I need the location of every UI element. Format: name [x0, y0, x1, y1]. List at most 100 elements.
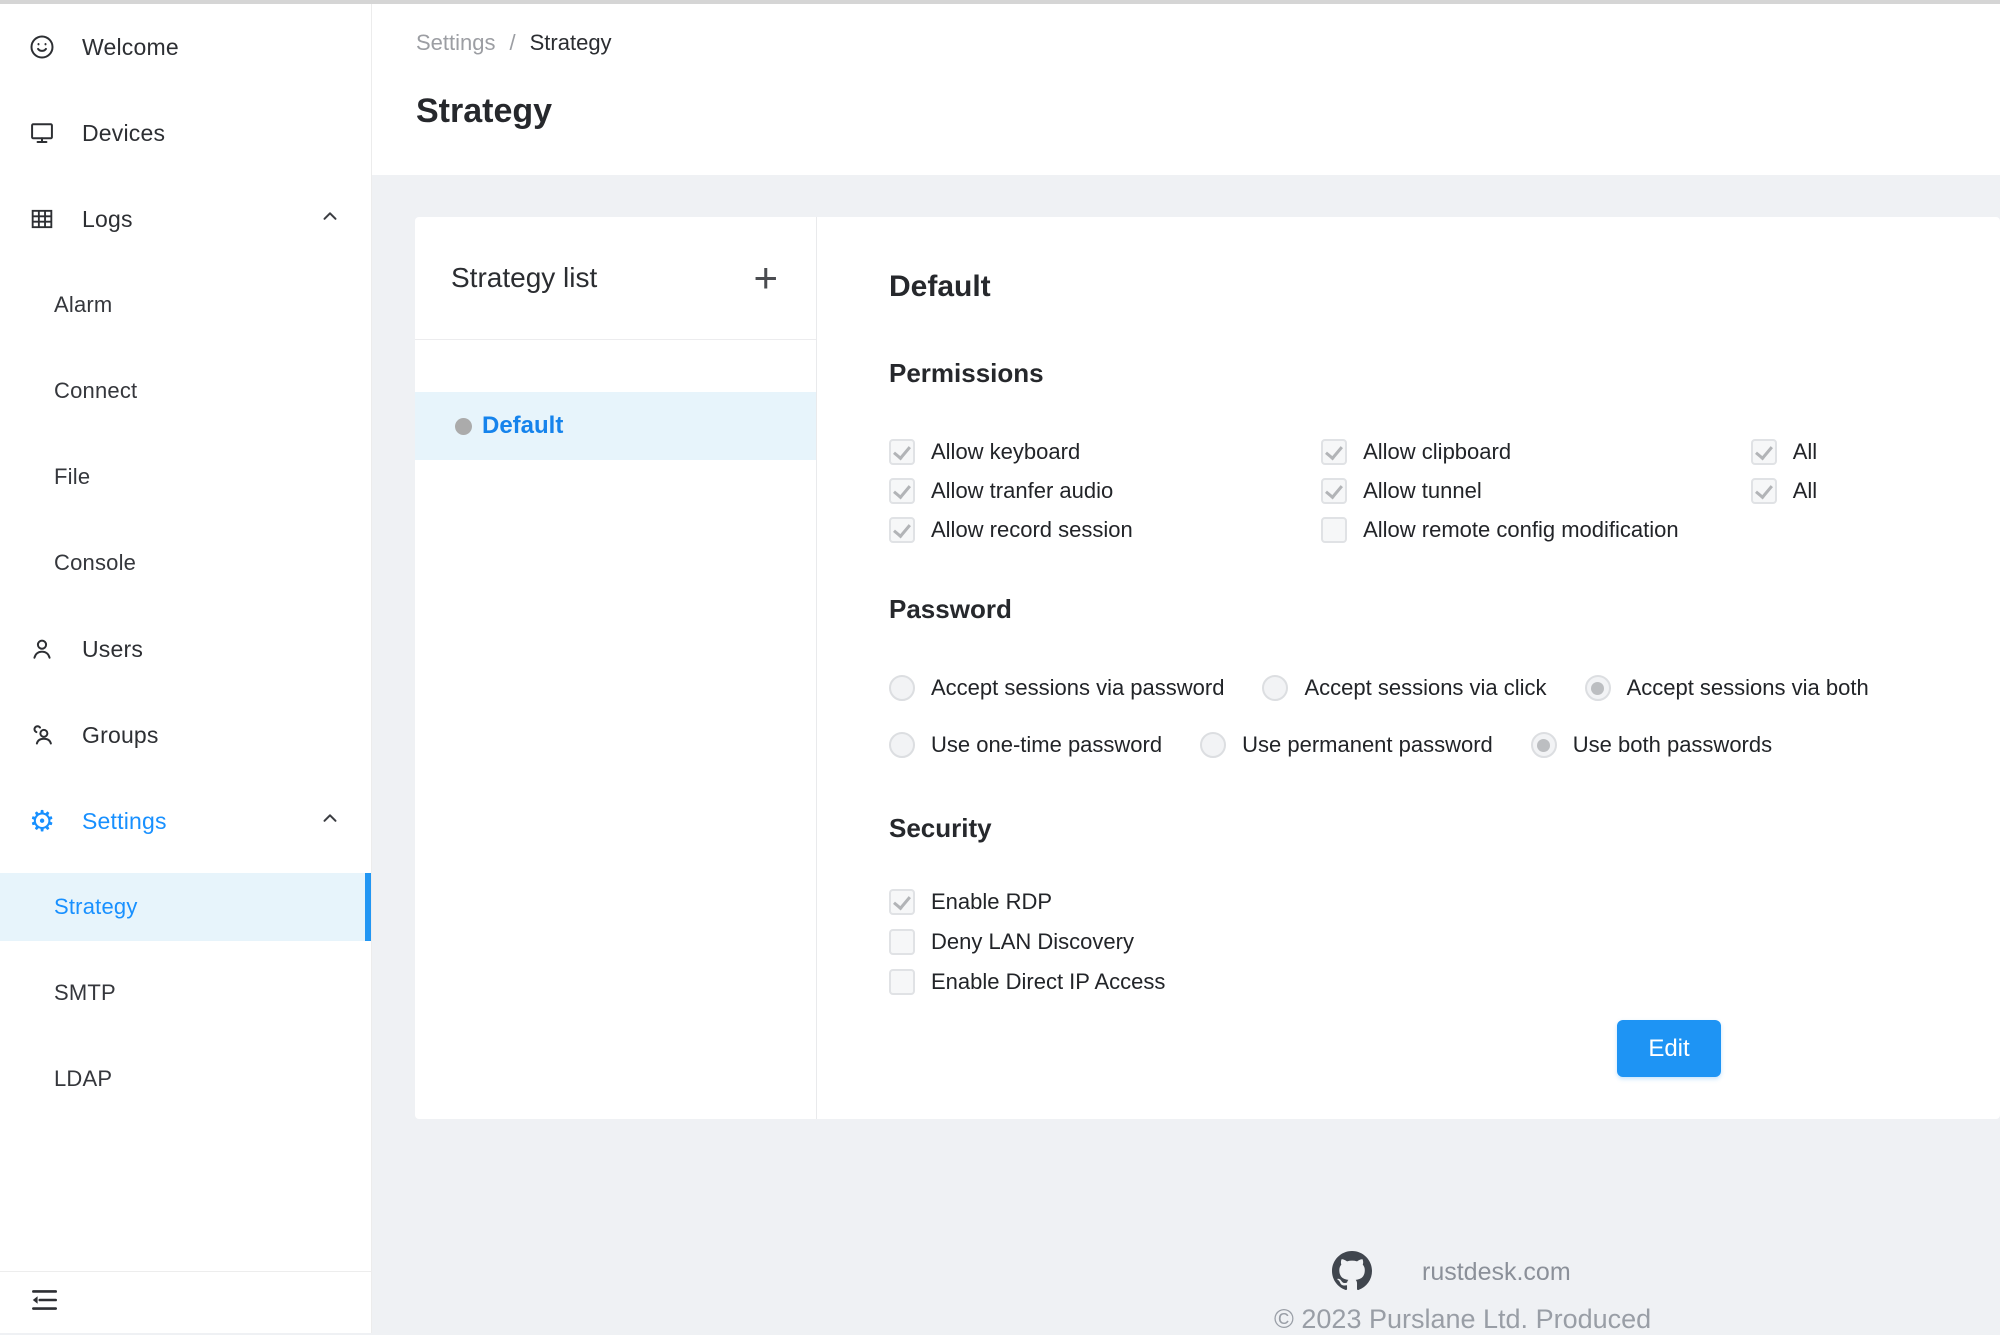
sidebar-item-logs[interactable]: Logs: [0, 176, 371, 262]
checkbox-enable-direct-ip[interactable]: [889, 969, 915, 995]
checkbox-allow-tunnel[interactable]: [1321, 478, 1347, 504]
checkbox-allow-clipboard[interactable]: [1321, 439, 1347, 465]
breadcrumb: Settings / Strategy: [416, 30, 612, 56]
sidebar-item-ldap[interactable]: LDAP: [0, 1036, 371, 1122]
status-dot-icon: [455, 418, 472, 435]
checkbox-allow-record-session[interactable]: [889, 517, 915, 543]
checkbox-allow-remote-config[interactable]: [1321, 517, 1347, 543]
radio-label: Accept sessions via password: [931, 675, 1224, 701]
sidebar-item-label: File: [54, 464, 90, 490]
checkbox-label: Enable Direct IP Access: [931, 969, 1165, 995]
checkbox-row: Allow remote config modification: [1321, 513, 1751, 547]
sidebar-item-groups[interactable]: Groups: [0, 692, 371, 778]
sidebar-item-label: Connect: [54, 378, 137, 404]
radio-label: Accept sessions via both: [1627, 675, 1869, 701]
radio-option: Use both passwords: [1531, 728, 1772, 762]
sidebar-item-strategy[interactable]: Strategy: [0, 864, 371, 950]
sidebar-item-smtp[interactable]: SMTP: [0, 950, 371, 1036]
checkbox-row: All: [1751, 435, 2000, 469]
radio-option: Accept sessions via both: [1585, 671, 1869, 705]
sidebar-item-users[interactable]: Users: [0, 606, 371, 692]
page-title: Strategy: [416, 92, 552, 131]
sidebar-item-label: Strategy: [54, 894, 138, 920]
user-icon: [28, 635, 56, 663]
checkbox-label: Allow tranfer audio: [931, 478, 1113, 504]
checkbox-label: Allow keyboard: [931, 439, 1080, 465]
sidebar-item-label: LDAP: [54, 1066, 112, 1092]
checkbox-row: Allow tranfer audio: [889, 474, 1321, 508]
gear-icon: ⚙: [28, 807, 56, 835]
radio-both-passwords[interactable]: [1531, 732, 1557, 758]
radio-accept-via-both[interactable]: [1585, 675, 1611, 701]
checkbox-deny-lan-discovery[interactable]: [889, 929, 915, 955]
checkbox-truncated-2[interactable]: [1751, 478, 1777, 504]
sidebar-item-label: Settings: [82, 808, 167, 835]
copyright-text: © 2023 Purslane Ltd. Produced: [1274, 1304, 1651, 1335]
password-radio-row-2: Use one-time password Use permanent pass…: [889, 728, 2000, 762]
monitor-icon: [28, 119, 56, 147]
checkbox-allow-keyboard[interactable]: [889, 439, 915, 465]
sidebar-item-connect[interactable]: Connect: [0, 348, 371, 434]
sidebar-item-label: Logs: [82, 206, 133, 233]
sidebar-collapse-bar: [0, 1271, 371, 1333]
add-strategy-button[interactable]: +: [753, 257, 778, 299]
checkbox-enable-rdp[interactable]: [889, 889, 915, 915]
sidebar-item-settings[interactable]: ⚙ Settings: [0, 778, 371, 864]
checkbox-truncated-1[interactable]: [1751, 439, 1777, 465]
checkbox-row: All: [1751, 474, 2000, 508]
breadcrumb-separator: /: [510, 30, 516, 56]
checkbox-row: Allow clipboard: [1321, 435, 1751, 469]
radio-permanent-password[interactable]: [1200, 732, 1226, 758]
sidebar-item-label: Welcome: [82, 34, 179, 61]
permissions-heading: Permissions: [889, 357, 2000, 389]
password-radio-row-1: Accept sessions via password Accept sess…: [889, 671, 2000, 705]
chevron-up-icon[interactable]: [319, 808, 341, 835]
permissions-grid: Allow keyboard Allow tranfer audio Allow…: [889, 435, 2000, 547]
sidebar-item-console[interactable]: Console: [0, 520, 371, 606]
breadcrumb-settings[interactable]: Settings: [416, 30, 496, 56]
sidebar: Welcome Devices: [0, 4, 372, 1333]
security-list: Enable RDP Deny LAN Discovery Enable Dir…: [889, 885, 2000, 999]
github-icon[interactable]: [1332, 1251, 1372, 1291]
sidebar-item-devices[interactable]: Devices: [0, 90, 371, 176]
sidebar-item-label: Alarm: [54, 292, 112, 318]
checkbox-label: Allow remote config modification: [1363, 517, 1678, 543]
radio-label: Use both passwords: [1573, 732, 1772, 758]
checkbox-row: Allow keyboard: [889, 435, 1321, 469]
grid-icon: [28, 205, 56, 233]
page-header: Settings / Strategy Strategy: [372, 4, 2000, 175]
checkbox-row: Allow tunnel: [1321, 474, 1751, 508]
radio-accept-via-click[interactable]: [1262, 675, 1288, 701]
sidebar-nav: Welcome Devices: [0, 4, 371, 1122]
sidebar-item-label: Console: [54, 550, 136, 576]
radio-option: Accept sessions via click: [1262, 671, 1546, 705]
checkbox-label: Allow clipboard: [1363, 439, 1511, 465]
sidebar-item-label: Users: [82, 636, 143, 663]
sidebar-item-label: Groups: [82, 722, 159, 749]
strategy-list-item-default[interactable]: Default: [415, 392, 816, 460]
indent-collapse-icon[interactable]: [28, 1284, 60, 1321]
checkbox-label: Allow tunnel: [1363, 478, 1482, 504]
radio-accept-via-password[interactable]: [889, 675, 915, 701]
checkbox-label: Allow record session: [931, 517, 1133, 543]
checkbox-label: All: [1793, 439, 1817, 465]
radio-one-time-password[interactable]: [889, 732, 915, 758]
checkbox-allow-transfer-audio[interactable]: [889, 478, 915, 504]
strategy-detail-panel: Default Permissions Allow keyboard Allow…: [818, 217, 2000, 1119]
sidebar-item-alarm[interactable]: Alarm: [0, 262, 371, 348]
chevron-up-icon[interactable]: [319, 206, 341, 233]
strategy-card: Strategy list + Default Default Permissi…: [415, 217, 2000, 1119]
radio-label: Use one-time password: [931, 732, 1162, 758]
checkbox-label: All: [1793, 478, 1817, 504]
edit-button[interactable]: Edit: [1617, 1020, 1721, 1077]
checkbox-row: Enable Direct IP Access: [889, 965, 2000, 999]
security-heading: Security: [889, 812, 2000, 844]
rustdesk-link[interactable]: rustdesk.com: [1422, 1258, 1571, 1287]
sidebar-item-welcome[interactable]: Welcome: [0, 4, 371, 90]
radio-label: Accept sessions via click: [1304, 675, 1546, 701]
strategy-list-title: Strategy list: [451, 262, 597, 294]
sidebar-item-file[interactable]: File: [0, 434, 371, 520]
password-heading: Password: [889, 593, 2000, 625]
sidebar-item-label: Devices: [82, 120, 165, 147]
radio-label: Use permanent password: [1242, 732, 1493, 758]
